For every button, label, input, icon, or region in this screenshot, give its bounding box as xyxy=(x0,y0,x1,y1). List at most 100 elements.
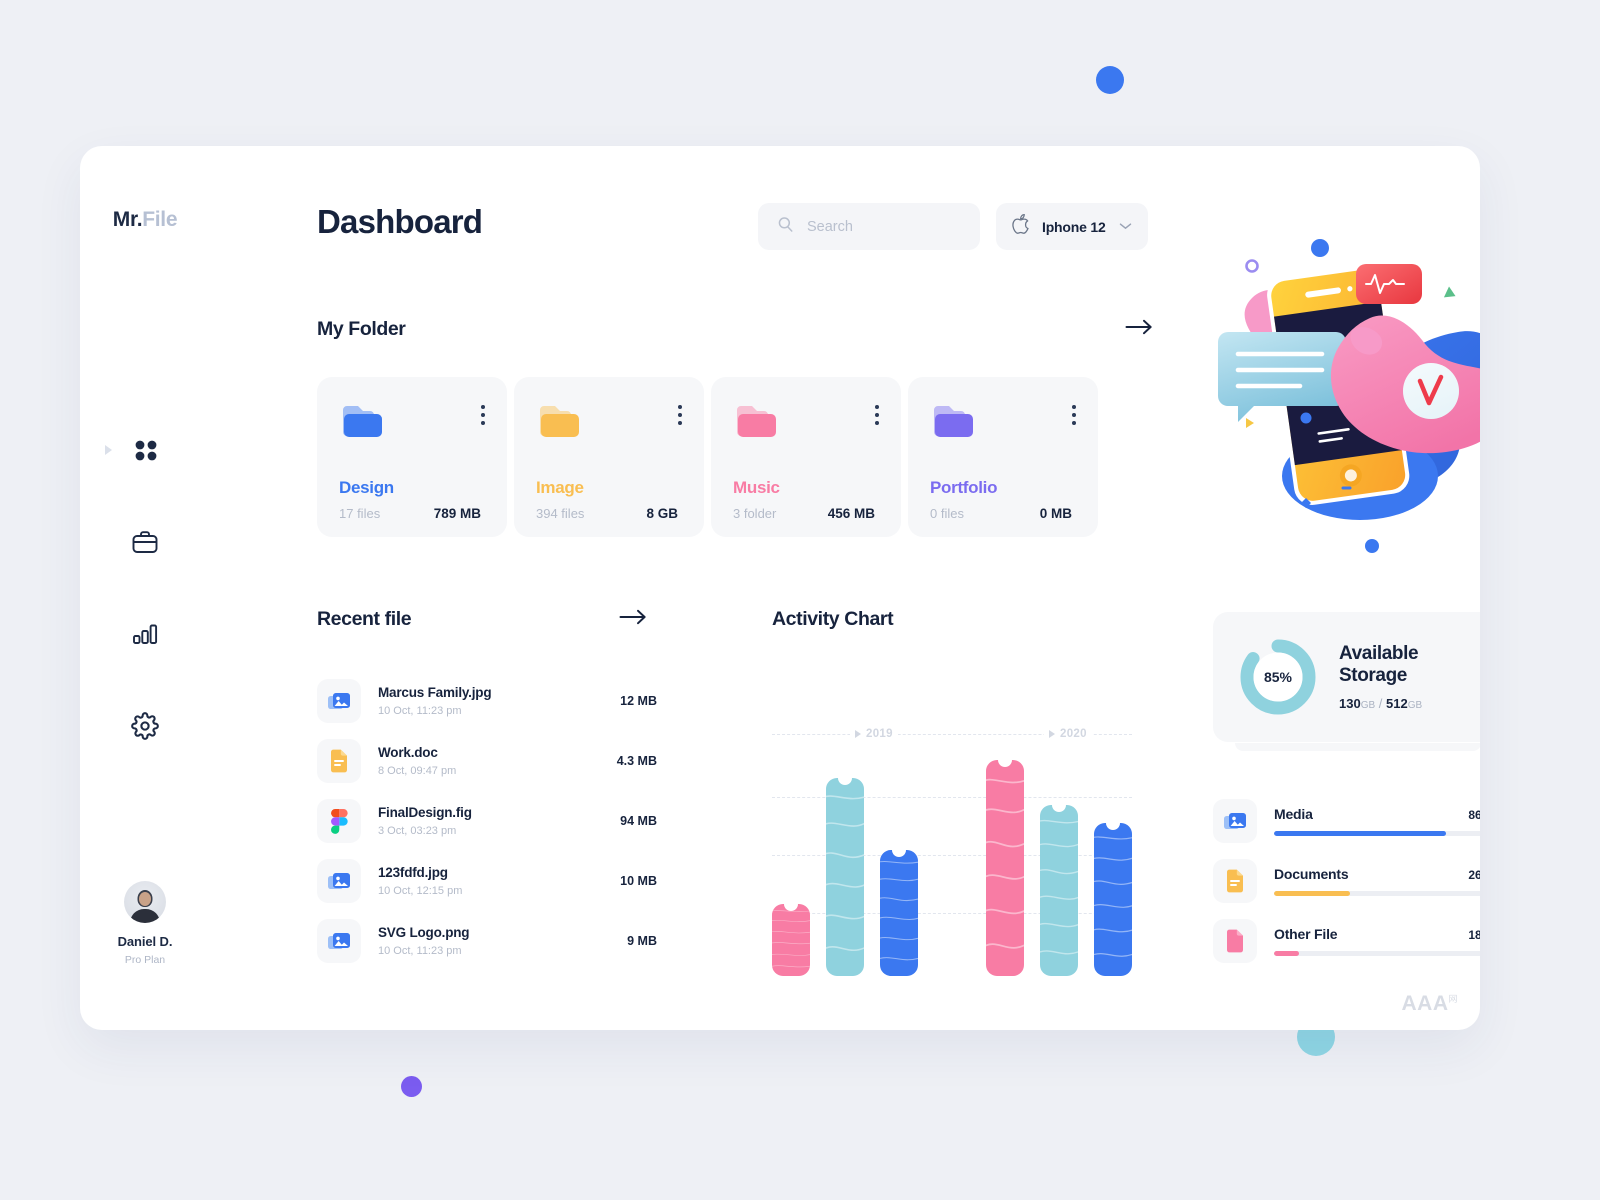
folder-size: 789 MB xyxy=(433,506,481,521)
list-item[interactable]: SVG Logo.png 10 Oct, 11:23 pm 9 MB xyxy=(317,911,657,971)
file-name: Marcus Family.jpg xyxy=(378,685,492,700)
device-selector[interactable]: Iphone 12 xyxy=(996,203,1148,250)
folder-icon xyxy=(339,406,385,445)
user-profile[interactable]: Daniel D. Pro Plan xyxy=(80,881,210,966)
chart-bar-group xyxy=(986,760,1132,976)
folder-name: Music xyxy=(733,478,780,497)
storage-total: 512 xyxy=(1386,696,1408,712)
image-file-icon xyxy=(317,679,361,723)
arrow-right-icon xyxy=(619,609,647,630)
my-folder-title: My Folder xyxy=(317,318,406,340)
profile-name: Daniel D. xyxy=(117,934,173,949)
file-name: FinalDesign.fig xyxy=(378,805,472,820)
file-size: 12 MB xyxy=(620,694,657,708)
folder-name: Image xyxy=(536,478,584,497)
progress-fill xyxy=(1274,891,1350,896)
decorative-dot-blue xyxy=(1096,66,1124,94)
folder-menu-button[interactable] xyxy=(481,405,485,425)
sidebar-item-dashboard[interactable] xyxy=(105,428,167,472)
storage-percent-label: 85% xyxy=(1263,669,1293,685)
brand-strong: Mr. xyxy=(112,208,143,231)
image-file-icon xyxy=(317,919,361,963)
active-indicator-icon xyxy=(105,445,112,455)
image-file-icon xyxy=(1213,799,1257,843)
activity-chart-title: Activity Chart xyxy=(772,608,894,630)
chart-bar[interactable] xyxy=(880,850,918,976)
folder-card[interactable]: Design 17 files 789 MB xyxy=(317,377,507,537)
folder-size: 456 MB xyxy=(827,506,875,521)
folder-name: Portfolio xyxy=(930,478,998,497)
chart-bar[interactable] xyxy=(986,760,1024,976)
folder-menu-button[interactable] xyxy=(678,405,682,425)
folder-icon xyxy=(930,406,976,445)
storage-used: 130 xyxy=(1339,696,1361,712)
my-folder-arrow-button[interactable] xyxy=(1125,319,1153,340)
available-storage-card: 85% Available Storage 130GB / 512GB xyxy=(1213,612,1480,742)
folder-file-count: 3 folder xyxy=(733,506,777,521)
storage-item-size: 18 GB xyxy=(1468,928,1480,942)
folder-card[interactable]: Music 3 folder 456 MB xyxy=(711,377,901,537)
progress-track xyxy=(1274,951,1480,956)
storage-breakdown-list: Media 86 GB Documents 26 GB Other File 18 GB xyxy=(1213,791,1480,971)
file-name: Work.doc xyxy=(378,745,438,760)
recent-file-arrow-button[interactable] xyxy=(619,609,647,630)
sidebar-item-projects[interactable] xyxy=(123,520,167,564)
storage-item-size: 86 GB xyxy=(1468,808,1480,822)
my-folder-header: My Folder xyxy=(317,318,1153,341)
list-item[interactable]: Marcus Family.jpg 10 Oct, 11:23 pm 12 MB xyxy=(317,671,657,731)
list-item[interactable]: Work.doc 8 Oct, 09:47 pm 4.3 MB xyxy=(317,731,657,791)
file-size: 4.3 MB xyxy=(616,754,657,768)
search-icon xyxy=(777,216,807,238)
app-window: Mr.File Daniel D. Pro Plan Dashboard Sea… xyxy=(80,146,1480,1030)
folder-card[interactable]: Image 394 files 8 GB xyxy=(514,377,704,537)
doc-file-icon xyxy=(1213,859,1257,903)
brand-light: File xyxy=(142,208,178,231)
screen: Mr.File Daniel D. Pro Plan Dashboard Sea… xyxy=(0,0,1600,1200)
progress-track xyxy=(1274,831,1480,836)
gear-icon xyxy=(131,712,159,740)
image-file-icon xyxy=(317,859,361,903)
sidebar: Mr.File Daniel D. Pro Plan xyxy=(80,146,210,1030)
figma-file-icon xyxy=(317,799,361,843)
storage-item-name: Documents xyxy=(1274,866,1349,882)
folder-menu-button[interactable] xyxy=(1072,405,1076,425)
search-box[interactable] xyxy=(758,203,980,250)
file-date: 10 Oct, 12:15 pm xyxy=(378,885,463,897)
storage-item-size: 26 GB xyxy=(1468,868,1480,882)
list-item[interactable]: Other File 18 GB xyxy=(1213,911,1480,971)
folder-menu-button[interactable] xyxy=(875,405,879,425)
page-title: Dashboard xyxy=(317,203,483,240)
search-input[interactable] xyxy=(807,218,961,235)
list-item[interactable]: Documents 26 GB xyxy=(1213,851,1480,911)
folder-icon xyxy=(536,406,582,445)
chevron-down-icon[interactable] xyxy=(1119,218,1132,236)
file-name: 123fdfd.jpg xyxy=(378,865,448,880)
sidebar-item-analytics[interactable] xyxy=(123,612,167,656)
list-item[interactable]: FinalDesign.fig 3 Oct, 03:23 pm 94 MB xyxy=(317,791,657,851)
chart-bar[interactable] xyxy=(826,778,864,976)
file-size: 10 MB xyxy=(620,874,657,888)
list-item[interactable]: 123fdfd.jpg 10 Oct, 12:15 pm 10 MB xyxy=(317,851,657,911)
storage-used-unit: GB xyxy=(1360,700,1376,712)
sidebar-item-settings[interactable] xyxy=(123,704,167,748)
folder-file-count: 0 files xyxy=(930,506,964,521)
main-content: Dashboard Iphone 12 My Folder xyxy=(210,146,1480,1030)
apple-icon xyxy=(1012,213,1031,240)
device-label: Iphone 12 xyxy=(1042,218,1106,235)
sidebar-nav xyxy=(105,428,167,748)
brand-logo[interactable]: Mr.File xyxy=(112,208,178,232)
chart-bar[interactable] xyxy=(1094,823,1132,976)
folder-card[interactable]: Portfolio 0 files 0 MB xyxy=(908,377,1098,537)
chart-bar[interactable] xyxy=(772,903,810,976)
folder-size: 0 MB xyxy=(1039,506,1072,521)
list-item[interactable]: Media 86 GB xyxy=(1213,791,1480,851)
storage-donut-chart: 85% xyxy=(1239,638,1317,716)
chart-bar[interactable] xyxy=(1040,805,1078,976)
recent-file-list: Marcus Family.jpg 10 Oct, 11:23 pm 12 MB Wo… xyxy=(317,671,657,971)
activity-chart: 2019 2020 xyxy=(772,676,1132,976)
arrow-right-icon xyxy=(1125,319,1153,340)
progress-track xyxy=(1274,891,1480,896)
storage-total-unit: GB xyxy=(1407,700,1423,712)
storage-item-name: Media xyxy=(1274,806,1313,822)
file-size: 94 MB xyxy=(620,814,657,828)
